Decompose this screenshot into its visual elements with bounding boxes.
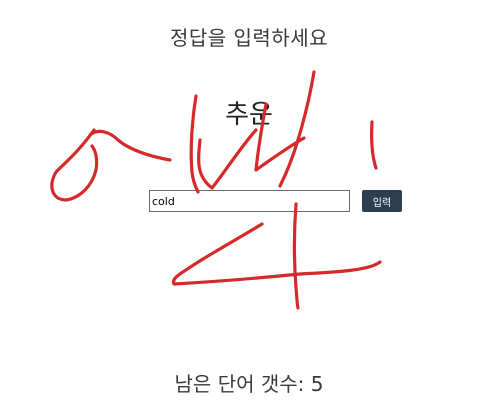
instruction-text: 정답을 입력하세요 — [169, 26, 329, 50]
answer-row: 입력 — [149, 190, 402, 212]
scribble-stroke — [50, 128, 99, 202]
scribble-stroke — [197, 128, 258, 190]
answer-input[interactable] — [149, 190, 350, 212]
remaining-count: 남은 단어 갯수: 5 — [174, 372, 324, 396]
scribble-stroke — [171, 222, 382, 286]
scribble-stroke — [88, 129, 172, 162]
quiz-word: 추운 — [225, 100, 273, 130]
submit-button[interactable]: 입력 — [362, 190, 402, 212]
scribble-stroke — [292, 202, 300, 310]
